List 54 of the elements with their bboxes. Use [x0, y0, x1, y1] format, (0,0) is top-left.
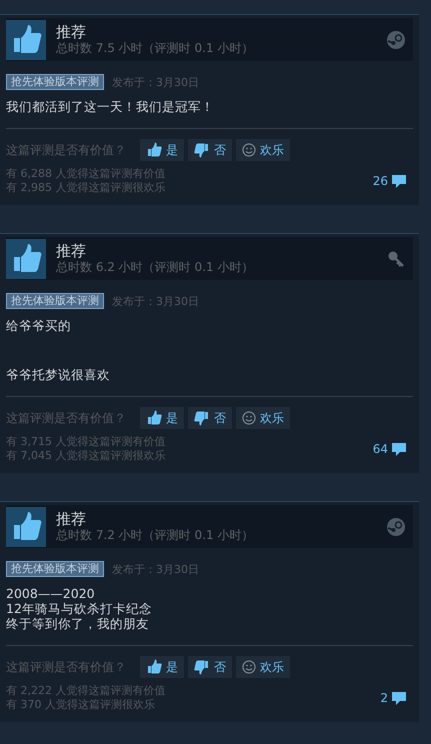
posted-date: 发布于：3月30日: [112, 294, 199, 308]
helpful-question: 这篇评测是否有价值？: [6, 410, 126, 426]
thumbs-down-icon: [194, 410, 210, 426]
vote-button[interactable]: 是: [140, 407, 184, 429]
helpful-question: 这篇评测是否有价值？: [6, 142, 126, 158]
vote-button[interactable]: 是: [140, 656, 184, 678]
helpful-question: 这篇评测是否有价值？: [6, 658, 126, 676]
steam-logo-icon: [387, 518, 405, 536]
vote-button[interactable]: 是: [140, 139, 184, 161]
funny-count: 有 2,985 人觉得这篇评测很欢乐: [6, 181, 166, 195]
comment-icon: [391, 442, 407, 456]
vote-button[interactable]: 否: [188, 656, 232, 678]
playtime-text: 总时数 6.2 小时（评测时 0.1 小时）: [56, 260, 254, 275]
smiley-icon: [242, 660, 256, 674]
vote-button[interactable]: 欢乐: [236, 139, 290, 161]
thumbs-up-icon: [146, 659, 162, 675]
review-text: 给爷爷买的: [6, 318, 72, 333]
review-text: 12年骑马与砍杀打卡纪念: [6, 601, 153, 616]
early-access-tag: 抢先体验版本评测: [6, 74, 104, 90]
helpful-count: 有 3,715 人觉得这篇评测有价值: [6, 435, 166, 449]
vote-button[interactable]: 否: [188, 139, 232, 161]
review-text: 终于等到你了，我的朋友: [6, 616, 150, 631]
review-text: 我们都活到了这一天！我们是冠军！: [6, 99, 215, 114]
steam-logo-icon: [387, 30, 405, 48]
comment-count[interactable]: 2: [380, 691, 388, 705]
comment-icon: [391, 690, 407, 706]
helpful-count: 有 6,288 人觉得这篇评测有价值: [6, 167, 166, 181]
early-access-tag: 抢先体验版本评测: [6, 561, 104, 577]
comment-icon: [391, 174, 407, 188]
thumbs-up-icon: [146, 142, 162, 158]
funny-count: 有 370 人觉得这篇评测很欢乐: [6, 698, 156, 712]
posted-date: 发布于：3月30日: [112, 562, 199, 576]
early-access-tag: 抢先体验版本评测: [6, 293, 104, 309]
smiley-icon: [242, 411, 256, 425]
review-verdict: 推荐: [56, 23, 87, 41]
helpful-count: 有 2,222 人觉得这篇评测有价值: [6, 684, 166, 698]
key-icon: [387, 250, 405, 268]
review-verdict: 推荐: [56, 242, 87, 260]
comment-count[interactable]: 64: [372, 442, 388, 456]
thumbs-up-icon: [146, 410, 162, 426]
vote-button[interactable]: 欢乐: [236, 656, 290, 678]
posted-date: 发布于：3月30日: [112, 74, 199, 90]
vote-button[interactable]: 否: [188, 407, 232, 429]
review-text: 2008——2020: [6, 586, 96, 601]
funny-count: 有 7,045 人觉得这篇评测很欢乐: [6, 449, 166, 463]
comment-count[interactable]: 26: [372, 174, 388, 188]
review-text: 爷爷托梦说很喜欢: [6, 367, 111, 382]
thumbs-down-icon: [194, 142, 210, 158]
vote-button[interactable]: 欢乐: [236, 407, 290, 429]
review-verdict: 推荐: [56, 510, 87, 528]
thumbs-down-icon: [194, 659, 210, 675]
playtime-text: 总时数 7.2 小时（评测时 0.1 小时）: [56, 528, 254, 543]
playtime-text: 总时数 7.5 小时（评测时 0.1 小时）: [56, 41, 254, 56]
smiley-icon: [242, 143, 256, 157]
